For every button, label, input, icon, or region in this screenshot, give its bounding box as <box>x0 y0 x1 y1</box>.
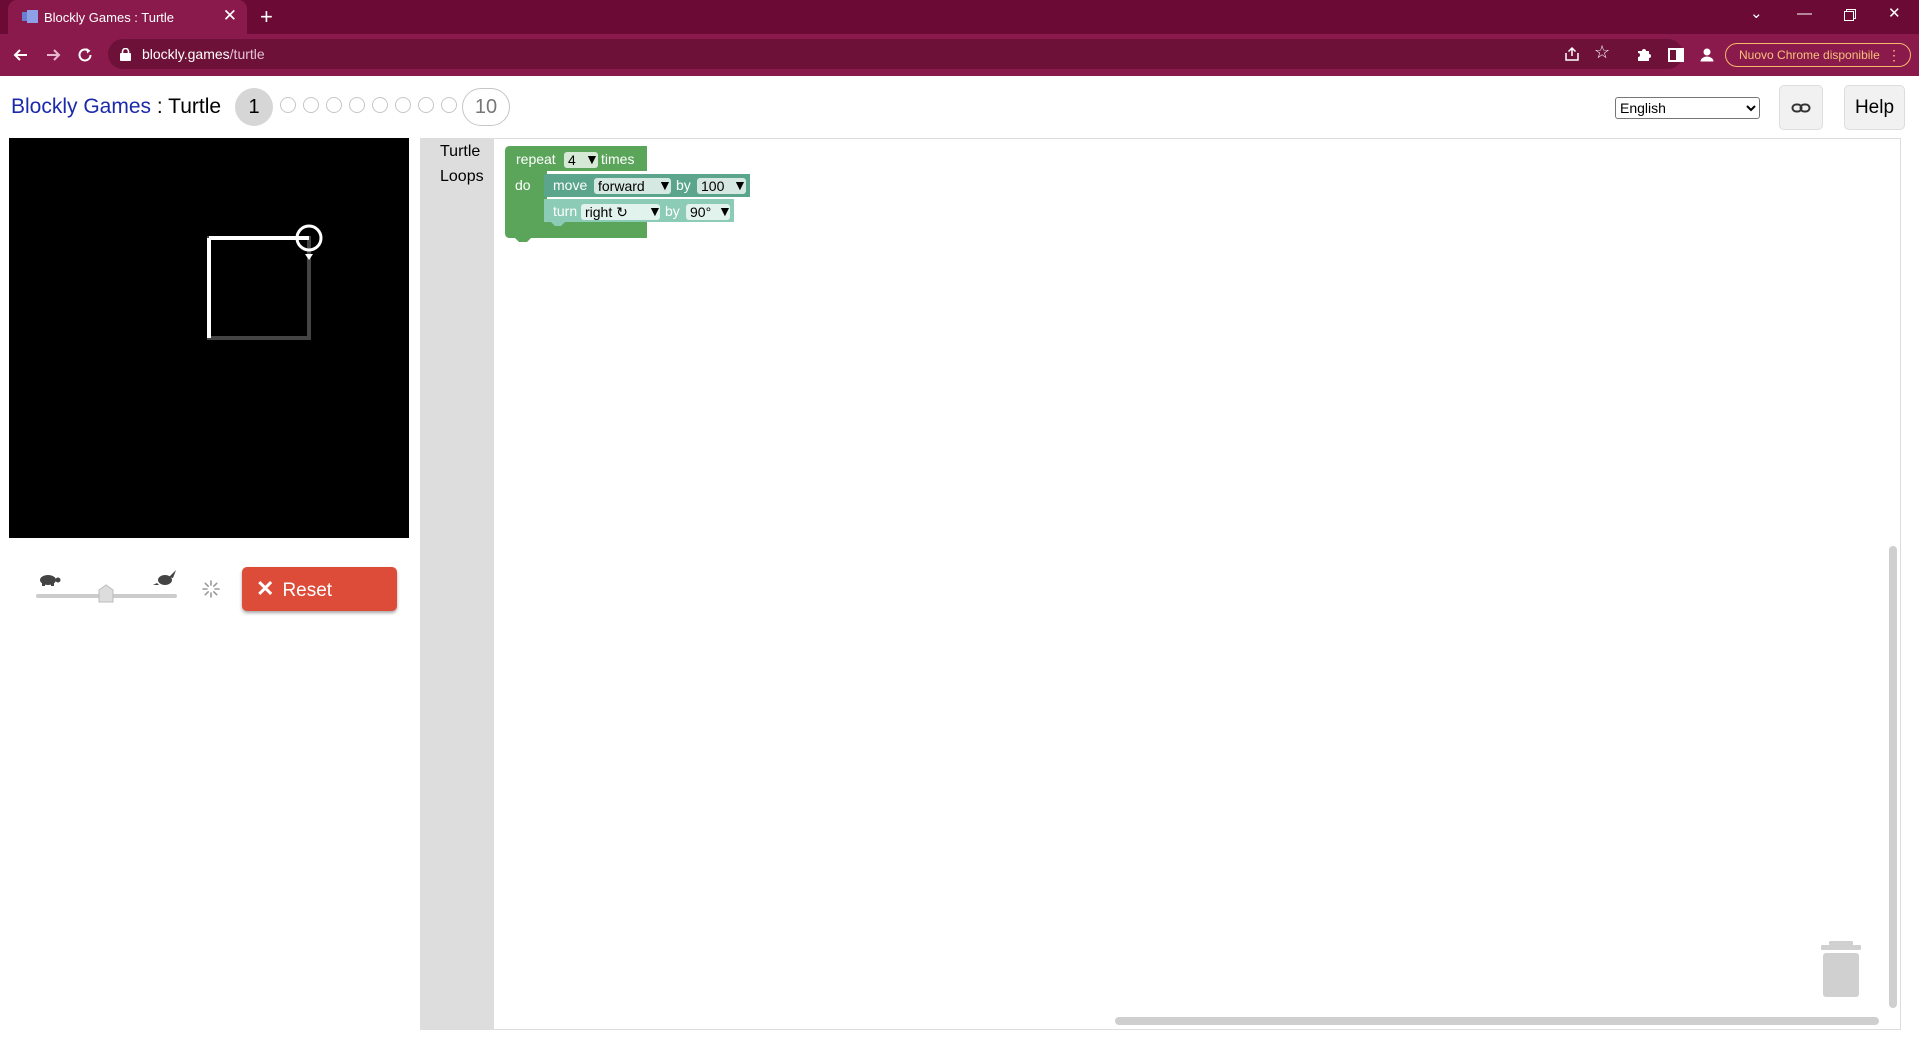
level-10-indicator[interactable]: 10 <box>462 88 510 126</box>
toolbox-category-loops[interactable]: Loops <box>440 168 484 186</box>
level-dot[interactable] <box>349 97 365 113</box>
block-program: repeat 4 ▼ times do move forward ▼ by 10… <box>505 146 750 242</box>
link-icon <box>1791 103 1811 113</box>
reload-icon[interactable] <box>75 45 95 65</box>
restore-icon[interactable] <box>1844 9 1856 21</box>
chevron-down-icon: ▼ <box>585 151 599 167</box>
move-label: move <box>553 177 587 193</box>
level-dot[interactable] <box>395 97 411 113</box>
window-close-icon[interactable]: ✕ <box>1888 5 1901 23</box>
reset-x-icon: ✕ <box>256 576 275 601</box>
level-dot[interactable] <box>326 97 342 113</box>
chevron-down-icon: ▼ <box>733 177 747 193</box>
browser-tab-strip: Blockly Games : Turtle ✕ + ⌄ — ✕ <box>0 0 1919 34</box>
toolbox-category-turtle[interactable]: Turtle <box>440 143 480 161</box>
tab-favicon <box>22 10 38 23</box>
workspace-horizontal-scrollbar[interactable] <box>1115 1017 1879 1025</box>
turn-direction: right ↻ <box>585 204 628 220</box>
chrome-update-button[interactable]: Nuovo Chrome disponibile ⋮ <box>1725 43 1911 67</box>
side-panel-icon[interactable] <box>1666 45 1686 65</box>
game-name: Turtle <box>168 95 222 118</box>
minimize-icon[interactable]: — <box>1797 5 1812 23</box>
move-by-label: by <box>676 177 691 193</box>
lock-icon[interactable] <box>120 48 131 61</box>
level-dot[interactable] <box>418 97 434 113</box>
do-label: do <box>515 177 531 193</box>
speed-slider[interactable] <box>35 568 180 608</box>
link-button[interactable] <box>1779 85 1823 130</box>
blockly-games-link[interactable]: Blockly Games <box>11 95 151 118</box>
turn-label: turn <box>553 203 577 219</box>
speed-slider-handle <box>98 584 114 603</box>
title-separator: : <box>151 95 169 118</box>
new-tab-icon[interactable]: + <box>260 4 273 30</box>
chevron-down-icon: ▼ <box>658 177 672 193</box>
bookmark-star-icon[interactable]: ☆ <box>1594 42 1610 63</box>
chrome-update-label: Nuovo Chrome disponibile <box>1739 48 1880 62</box>
reset-button[interactable]: ✕ Reset <box>242 567 397 611</box>
browser-tab[interactable]: Blockly Games : Turtle ✕ <box>8 0 247 34</box>
toolbox <box>420 138 494 1030</box>
chevron-down-icon: ▼ <box>648 203 662 219</box>
close-icon[interactable]: ✕ <box>223 7 237 25</box>
times-label: times <box>601 151 634 167</box>
trash-icon[interactable] <box>1819 941 1863 997</box>
menu-dots-icon[interactable]: ⋮ <box>1887 44 1901 66</box>
share-icon[interactable] <box>1563 45 1581 63</box>
turn-by-label: by <box>665 203 680 219</box>
address-bar[interactable]: blockly.games/turtle ☆ <box>108 39 1683 69</box>
spinner-icon <box>202 580 220 598</box>
extensions-icon[interactable] <box>1634 45 1654 65</box>
turn-block[interactable]: turn right ↻ ▼ by 90° ▼ <box>544 199 734 226</box>
level-dot[interactable] <box>303 97 319 113</box>
chevron-down-icon: ▼ <box>718 203 732 219</box>
rabbit-fast-icon <box>153 570 176 585</box>
repeat-label: repeat <box>516 151 556 167</box>
move-amount: 100 <box>701 178 725 194</box>
blockly-workspace[interactable] <box>420 138 1901 1030</box>
tab-title: Blockly Games : Turtle <box>44 10 175 25</box>
turn-amount: 90° <box>690 204 711 220</box>
back-icon[interactable] <box>11 45 31 65</box>
level-1-indicator[interactable]: 1 <box>235 88 273 126</box>
workspace-vertical-scrollbar[interactable] <box>1889 546 1897 1008</box>
turtle-slow-icon <box>40 575 61 586</box>
reset-label: Reset <box>282 580 333 601</box>
page-title: Blockly Games : Turtle <box>11 95 221 119</box>
profile-icon[interactable] <box>1697 45 1717 65</box>
tab-search-icon[interactable]: ⌄ <box>1750 5 1763 23</box>
move-direction: forward <box>598 178 645 194</box>
move-block[interactable]: move forward ▼ by 100 ▼ <box>544 174 750 197</box>
browser-toolbar: blockly.games/turtle ☆ Nuovo Chrome disp… <box>0 34 1919 76</box>
level-dot[interactable] <box>280 97 296 113</box>
help-button[interactable]: Help <box>1844 85 1905 130</box>
address-url: blockly.games/turtle <box>142 46 265 62</box>
language-select[interactable]: English <box>1615 97 1760 119</box>
level-dot[interactable] <box>441 97 457 113</box>
turtle-drawing <box>207 224 323 340</box>
repeat-count: 4 <box>568 152 576 168</box>
forward-icon[interactable] <box>43 45 63 65</box>
level-dot[interactable] <box>372 97 388 113</box>
turtle-canvas <box>9 138 409 538</box>
